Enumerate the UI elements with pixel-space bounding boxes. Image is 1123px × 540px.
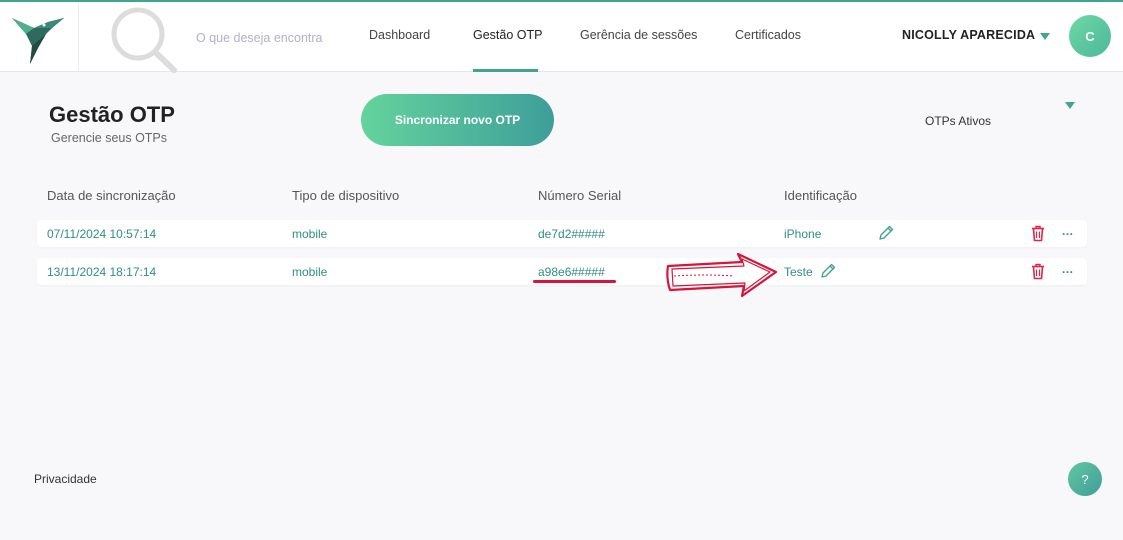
column-header-device-type: Tipo de dispositivo	[292, 188, 400, 203]
chevron-down-icon[interactable]	[1065, 102, 1075, 109]
column-header-date: Data de sincronização	[47, 188, 176, 203]
column-header-identification: Identificação	[784, 188, 857, 203]
trash-icon[interactable]	[1030, 263, 1046, 280]
top-navbar: Dashboard Gestão OTP Gerência de sessões…	[0, 2, 1123, 74]
nav-certificados[interactable]: Certificados	[735, 28, 801, 42]
nav-gerencia-sessoes[interactable]: Gerência de sessões	[580, 28, 697, 42]
page-title: Gestão OTP	[49, 102, 175, 127]
cell-serial-number: de7d2#####	[538, 227, 605, 241]
ellipsis-icon[interactable]: ...	[1062, 262, 1074, 276]
nav-gestao-otp[interactable]: Gestão OTP	[473, 28, 542, 42]
cell-sync-date: 07/11/2024 10:57:14	[47, 227, 157, 241]
otp-status-filter[interactable]: OTPs Ativos	[900, 96, 1080, 142]
user-name[interactable]: NICOLLY APARECIDA	[902, 28, 1035, 42]
avatar[interactable]: C	[1069, 15, 1111, 57]
ellipsis-icon[interactable]: ...	[1062, 224, 1074, 238]
cell-sync-date: 13/11/2024 18:17:14	[47, 265, 157, 279]
chevron-down-icon[interactable]	[1040, 33, 1050, 40]
logo-divider	[78, 2, 79, 72]
table-row: 07/11/2024 10:57:14 mobile de7d2##### iP…	[37, 220, 1087, 247]
search-input[interactable]	[196, 28, 346, 48]
cell-serial-number: a98e6#####	[538, 265, 605, 279]
cell-identification: Teste	[784, 265, 813, 279]
nav-dashboard[interactable]: Dashboard	[369, 28, 430, 42]
cell-device-type: mobile	[292, 227, 328, 241]
annotation-arrow-icon	[666, 252, 778, 298]
cell-device-type: mobile	[292, 265, 328, 279]
page-subtitle: Gerencie seus OTPs	[51, 131, 168, 145]
privacy-link[interactable]: Privacidade	[34, 472, 97, 486]
cell-identification: iPhone	[784, 227, 822, 241]
annotation-underline	[533, 280, 616, 283]
filter-selected-value: OTPs Ativos	[925, 114, 992, 128]
pencil-icon[interactable]	[819, 262, 837, 280]
help-button[interactable]: ?	[1068, 462, 1102, 496]
trash-icon[interactable]	[1030, 225, 1046, 242]
hummingbird-logo[interactable]	[8, 8, 68, 66]
active-tab-indicator	[473, 69, 538, 72]
search-icon[interactable]	[106, 4, 178, 74]
sync-new-otp-button[interactable]: Sincronizar novo OTP	[361, 94, 554, 146]
pencil-icon[interactable]	[877, 224, 895, 242]
column-header-serial: Número Serial	[538, 188, 622, 203]
